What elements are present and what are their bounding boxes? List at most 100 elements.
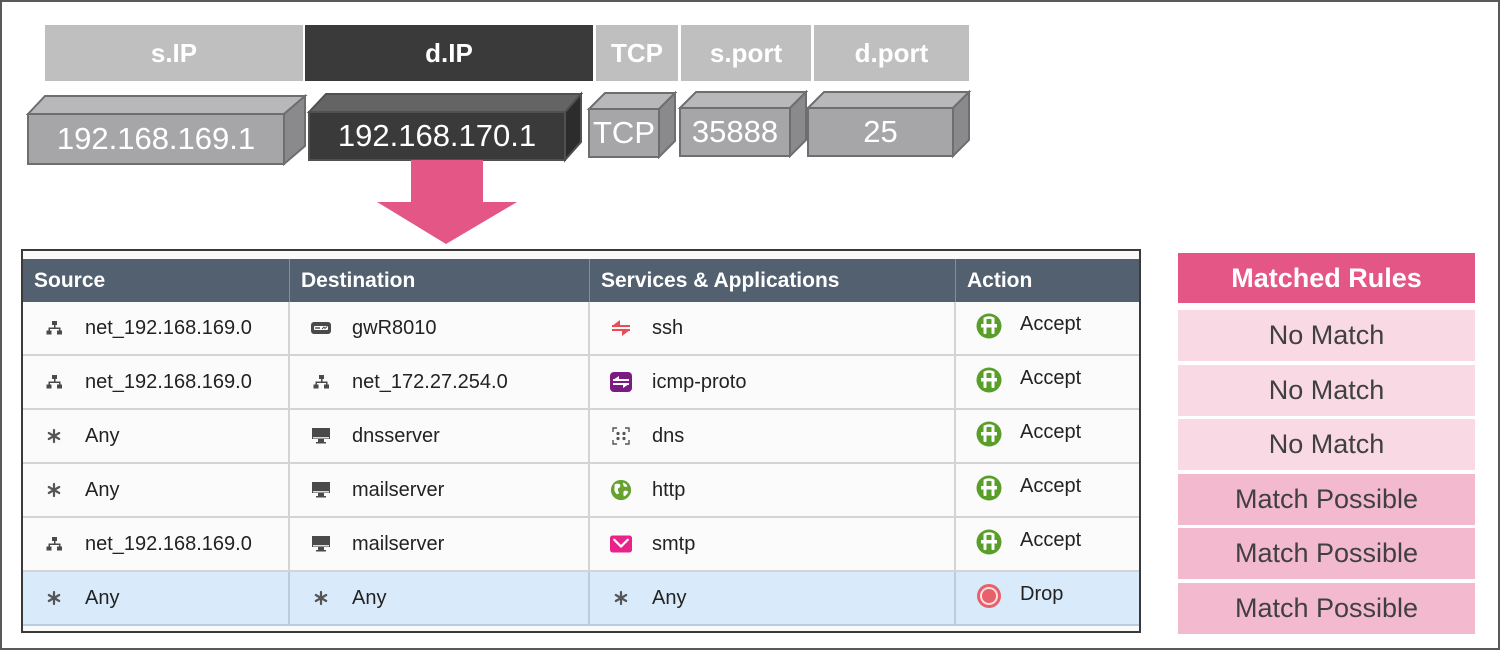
column-header-services[interactable]: Services & Applications — [590, 259, 956, 302]
service-cell-text: icmp-proto — [652, 370, 747, 393]
destination-cell[interactable]: mailserver — [290, 518, 590, 570]
header-source-ip: s.IP — [45, 25, 303, 81]
accept-icon — [976, 421, 1002, 447]
service-cell[interactable]: ssh — [590, 302, 956, 354]
action-cell-text: Accept — [1020, 313, 1082, 335]
host-icon — [310, 425, 332, 447]
network-icon — [310, 371, 332, 393]
down-arrow-icon — [377, 160, 517, 244]
source-cell[interactable]: Any — [23, 572, 290, 624]
service-cell[interactable]: icmp-proto — [590, 356, 956, 408]
header-label: s.port — [709, 37, 783, 68]
service-cell[interactable]: dns — [590, 410, 956, 462]
destination-cell-text: net_172.27.254.0 — [352, 370, 508, 393]
firewall-rule-table: Source Destination Services & Applicatio… — [21, 249, 1141, 633]
ssh-icon — [610, 317, 632, 339]
source-cell-text: Any — [85, 586, 120, 609]
rule-row[interactable]: net_192.168.169.0 mailserver smtp Accept — [23, 518, 1139, 572]
source-cell-text: Any — [85, 478, 120, 501]
source-cell[interactable]: net_192.168.169.0 — [23, 356, 290, 408]
action-cell[interactable]: Accept — [956, 464, 1139, 516]
action-cell[interactable]: Accept — [956, 356, 1139, 408]
rule-row[interactable]: net_192.168.169.0 gwR8010 ssh Accept — [23, 302, 1139, 356]
any-icon — [43, 479, 65, 501]
service-cell-text: dns — [652, 424, 685, 447]
destination-cell[interactable]: Any — [290, 572, 590, 624]
rule-row[interactable]: Any mailserver http Accept — [23, 464, 1139, 518]
source-cell-text: net_192.168.169.0 — [85, 532, 252, 555]
value-label: 192.168.169.1 — [56, 121, 256, 156]
globe-icon — [610, 479, 632, 501]
any-icon — [43, 425, 65, 447]
match-result: Match Possible — [1178, 582, 1475, 634]
action-cell[interactable]: Drop — [956, 572, 1139, 624]
gateway-icon — [310, 317, 332, 339]
source-cell[interactable]: Any — [23, 464, 290, 516]
destination-cell-text: dnsserver — [352, 424, 440, 447]
value-label: 25 — [863, 114, 898, 149]
action-cell-text: Accept — [1020, 367, 1082, 389]
header-label: d.port — [854, 37, 929, 68]
destination-cell-text: gwR8010 — [352, 316, 437, 339]
source-cell-text: net_192.168.169.0 — [85, 370, 252, 393]
dns-icon — [610, 425, 632, 447]
action-cell[interactable]: Accept — [956, 410, 1139, 462]
rule-row[interactable]: Any dnsserver dns Accept — [23, 410, 1139, 464]
matched-rules-title: Matched Rules — [1178, 253, 1475, 303]
accept-icon — [976, 475, 1002, 501]
header-source-port: s.port — [681, 25, 811, 81]
rule-row[interactable]: Any Any Any Drop — [23, 572, 1139, 626]
service-cell[interactable]: http — [590, 464, 956, 516]
action-cell[interactable]: Accept — [956, 518, 1139, 570]
host-icon — [310, 479, 332, 501]
header-protocol: TCP — [596, 25, 678, 81]
service-cell[interactable]: smtp — [590, 518, 956, 570]
service-cell[interactable]: Any — [590, 572, 956, 624]
destination-cell[interactable]: net_172.27.254.0 — [290, 356, 590, 408]
header-label: TCP — [611, 37, 663, 68]
source-cell[interactable]: net_192.168.169.0 — [23, 302, 290, 354]
action-cell-text: Drop — [1020, 583, 1064, 605]
drop-icon — [976, 583, 1002, 609]
action-cell-text: Accept — [1020, 421, 1082, 443]
service-cell-text: http — [652, 478, 686, 501]
source-cell[interactable]: Any — [23, 410, 290, 462]
action-cell-text: Accept — [1020, 529, 1082, 551]
match-result: No Match — [1178, 419, 1475, 470]
accept-icon — [976, 367, 1002, 393]
network-icon — [43, 533, 65, 555]
match-result: Match Possible — [1178, 528, 1475, 579]
destination-cell[interactable]: mailserver — [290, 464, 590, 516]
service-cell-text: Any — [652, 586, 687, 609]
mail-icon — [610, 533, 632, 555]
any-icon — [310, 587, 332, 609]
match-result: No Match — [1178, 364, 1475, 416]
value-label: 35888 — [691, 114, 779, 149]
header-destination-ip: d.IP — [305, 25, 593, 81]
column-header-action[interactable]: Action — [956, 259, 1139, 302]
any-icon — [43, 587, 65, 609]
match-result: No Match — [1178, 310, 1475, 361]
value-label: 192.168.170.1 — [337, 118, 537, 153]
any-icon — [610, 587, 632, 609]
source-cell-text: Any — [85, 424, 120, 447]
table-header: Source Destination Services & Applicatio… — [23, 259, 1139, 302]
service-cell-text: smtp — [652, 532, 696, 555]
action-cell-text: Accept — [1020, 475, 1082, 497]
column-header-destination[interactable]: Destination — [290, 259, 590, 302]
icmp-icon — [610, 371, 632, 393]
service-cell-text: ssh — [652, 316, 684, 339]
source-cell[interactable]: net_192.168.169.0 — [23, 518, 290, 570]
destination-cell-text: mailserver — [352, 478, 445, 501]
destination-cell[interactable]: dnsserver — [290, 410, 590, 462]
column-header-source[interactable]: Source — [23, 259, 290, 302]
destination-cell[interactable]: gwR8010 — [290, 302, 590, 354]
accept-icon — [976, 529, 1002, 555]
rule-row[interactable]: net_192.168.169.0 net_172.27.254.0 icmp-pr… — [23, 356, 1139, 410]
header-destination-port: d.port — [814, 25, 969, 81]
action-cell[interactable]: Accept — [956, 302, 1139, 354]
network-icon — [43, 317, 65, 339]
value-label: TCP — [593, 115, 655, 150]
match-result: Match Possible — [1178, 473, 1475, 525]
header-label: s.IP — [150, 37, 198, 68]
